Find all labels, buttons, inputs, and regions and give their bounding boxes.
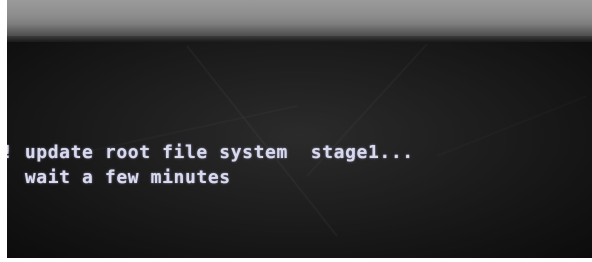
photo-of-lcd-screen: ! update root file system stage1... wait… — [0, 0, 592, 262]
photo-bottom-border — [0, 258, 592, 262]
photo-left-border — [0, 0, 7, 262]
console-line-2: wait a few minutes — [2, 167, 231, 188]
console-line-1: ! update root file system stage1... — [2, 142, 414, 163]
